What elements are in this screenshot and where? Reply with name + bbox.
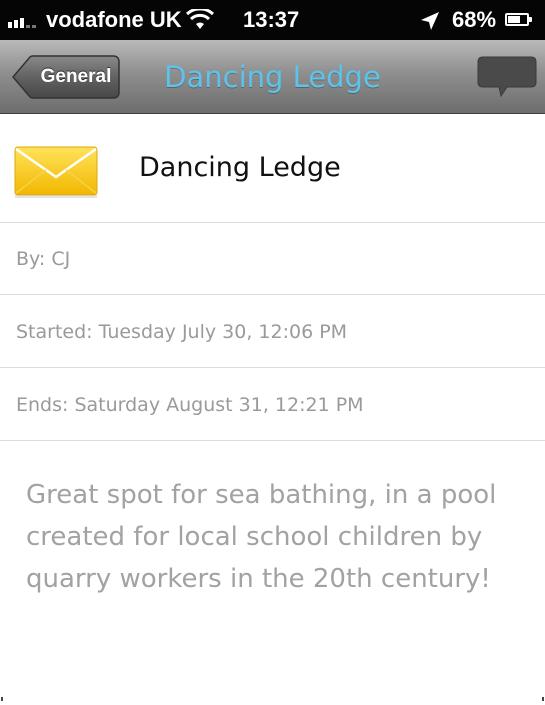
author-row: By: CJ (0, 223, 545, 295)
back-button[interactable]: General (12, 55, 120, 99)
corner-mark (542, 697, 544, 701)
signal-icon (8, 14, 36, 28)
clock: 13:37 (243, 7, 300, 32)
post-description: Great spot for sea bathing, in a pool cr… (26, 480, 497, 594)
post-title: Dancing Ledge (139, 152, 341, 183)
post-header: Dancing Ledge (0, 114, 545, 223)
end-date-row: Ends: Saturday August 31, 12:21 PM (0, 369, 545, 441)
start-date-text: Started: Tuesday July 30, 12:06 PM (16, 321, 348, 343)
page-title: Dancing Ledge (164, 60, 381, 94)
author-text: By: CJ (16, 248, 71, 270)
navigation-bar: General Dancing Ledge (0, 40, 545, 114)
end-date-text: Ends: Saturday August 31, 12:21 PM (16, 394, 364, 416)
status-bar: vodafone UK 13:37 68% (0, 0, 545, 40)
wifi-icon (186, 9, 214, 29)
chat-bubble-icon[interactable] (477, 56, 537, 98)
back-button-label: General (40, 66, 112, 87)
post-detail: Dancing Ledge By: CJ Started: Tuesday Ju… (0, 114, 545, 705)
corner-mark (1, 697, 3, 701)
start-date-row: Started: Tuesday July 30, 12:06 PM (0, 296, 545, 368)
envelope-icon (14, 146, 98, 198)
location-arrow-icon (421, 12, 439, 30)
battery-icon (505, 13, 532, 26)
battery-percentage: 68% (452, 7, 497, 32)
carrier-name: vodafone UK (46, 7, 182, 32)
